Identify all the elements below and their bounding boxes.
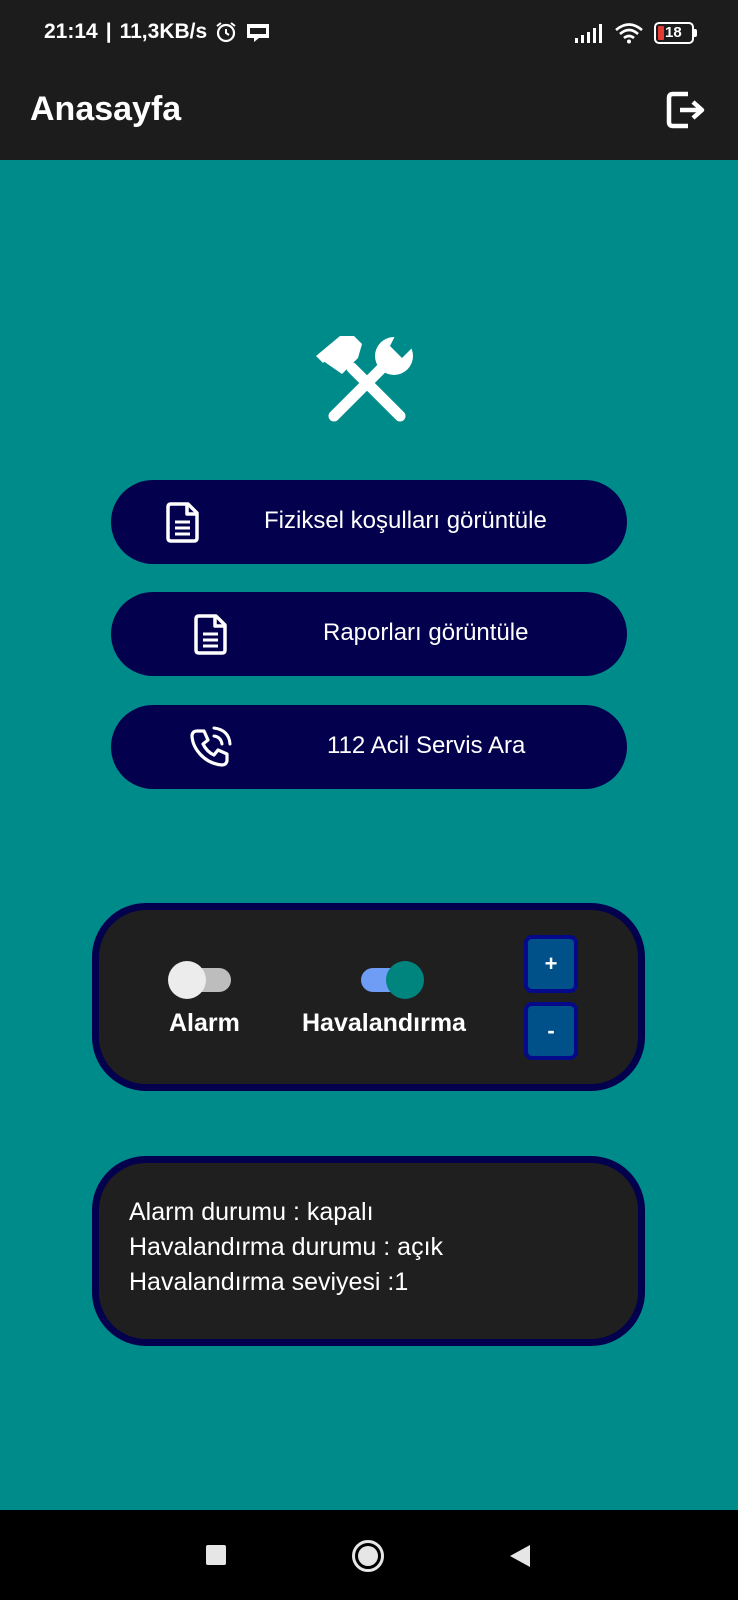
status-divider: | (105, 20, 112, 43)
physical-conditions-button[interactable]: Fiziksel koşulları görüntüle (111, 480, 627, 564)
battery-icon: 18 (654, 22, 698, 44)
ventilation-status-text: Havalandırma durumu : açık (129, 1233, 444, 1261)
status-left: 21:14 | 11,3KB/s (44, 20, 271, 44)
alarm-label: Alarm (169, 1009, 240, 1037)
controls-panel: Alarm Havalandırma + - (92, 903, 645, 1091)
emergency-call-button[interactable]: 112 Acil Servis Ara (111, 705, 627, 789)
status-network-speed: 11,3KB/s (119, 20, 208, 43)
logout-button[interactable] (664, 88, 708, 132)
physical-conditions-label: Fiziksel koşulları görüntüle (264, 507, 547, 534)
document-icon (166, 502, 199, 543)
document-icon (194, 614, 227, 655)
view-reports-label: Raporları görüntüle (323, 619, 529, 646)
home-icon[interactable] (351, 1539, 385, 1573)
signal-icon (575, 24, 602, 43)
phone-call-icon (190, 726, 232, 767)
battery-level: 18 (665, 24, 682, 41)
recents-icon[interactable] (206, 1545, 226, 1565)
app-bar: Anasayfa (0, 68, 738, 160)
increase-level-button[interactable]: + (524, 935, 578, 993)
alarm-clock-icon (216, 22, 236, 43)
hammer-wrench-icon (316, 334, 414, 422)
wifi-icon (615, 23, 643, 44)
alarm-switch-thumb (168, 961, 206, 999)
ventilation-level-text: Havalandırma seviyesi :1 (129, 1268, 409, 1296)
webtoon-icon (247, 24, 270, 42)
ventilation-switch[interactable] (361, 961, 424, 999)
status-right: 18 (574, 22, 698, 44)
ventilation-label: Havalandırma (302, 1009, 466, 1037)
ventilation-switch-thumb (386, 961, 424, 999)
status-time: 21:14 (44, 20, 98, 43)
navigation-bar (0, 1510, 738, 1600)
alarm-status-text: Alarm durumu : kapalı (129, 1198, 374, 1226)
status-bar: 21:14 | 11,3KB/s 18 (0, 0, 738, 68)
view-reports-button[interactable]: Raporları görüntüle (111, 592, 627, 676)
emergency-call-label: 112 Acil Servis Ara (327, 732, 526, 759)
alarm-switch[interactable] (168, 961, 231, 999)
page-title: Anasayfa (30, 90, 182, 128)
decrease-level-button[interactable]: - (524, 1002, 578, 1060)
logout-icon (666, 91, 705, 129)
status-panel: Alarm durumu : kapalı Havalandırma durum… (92, 1156, 645, 1346)
back-icon[interactable] (508, 1543, 532, 1569)
